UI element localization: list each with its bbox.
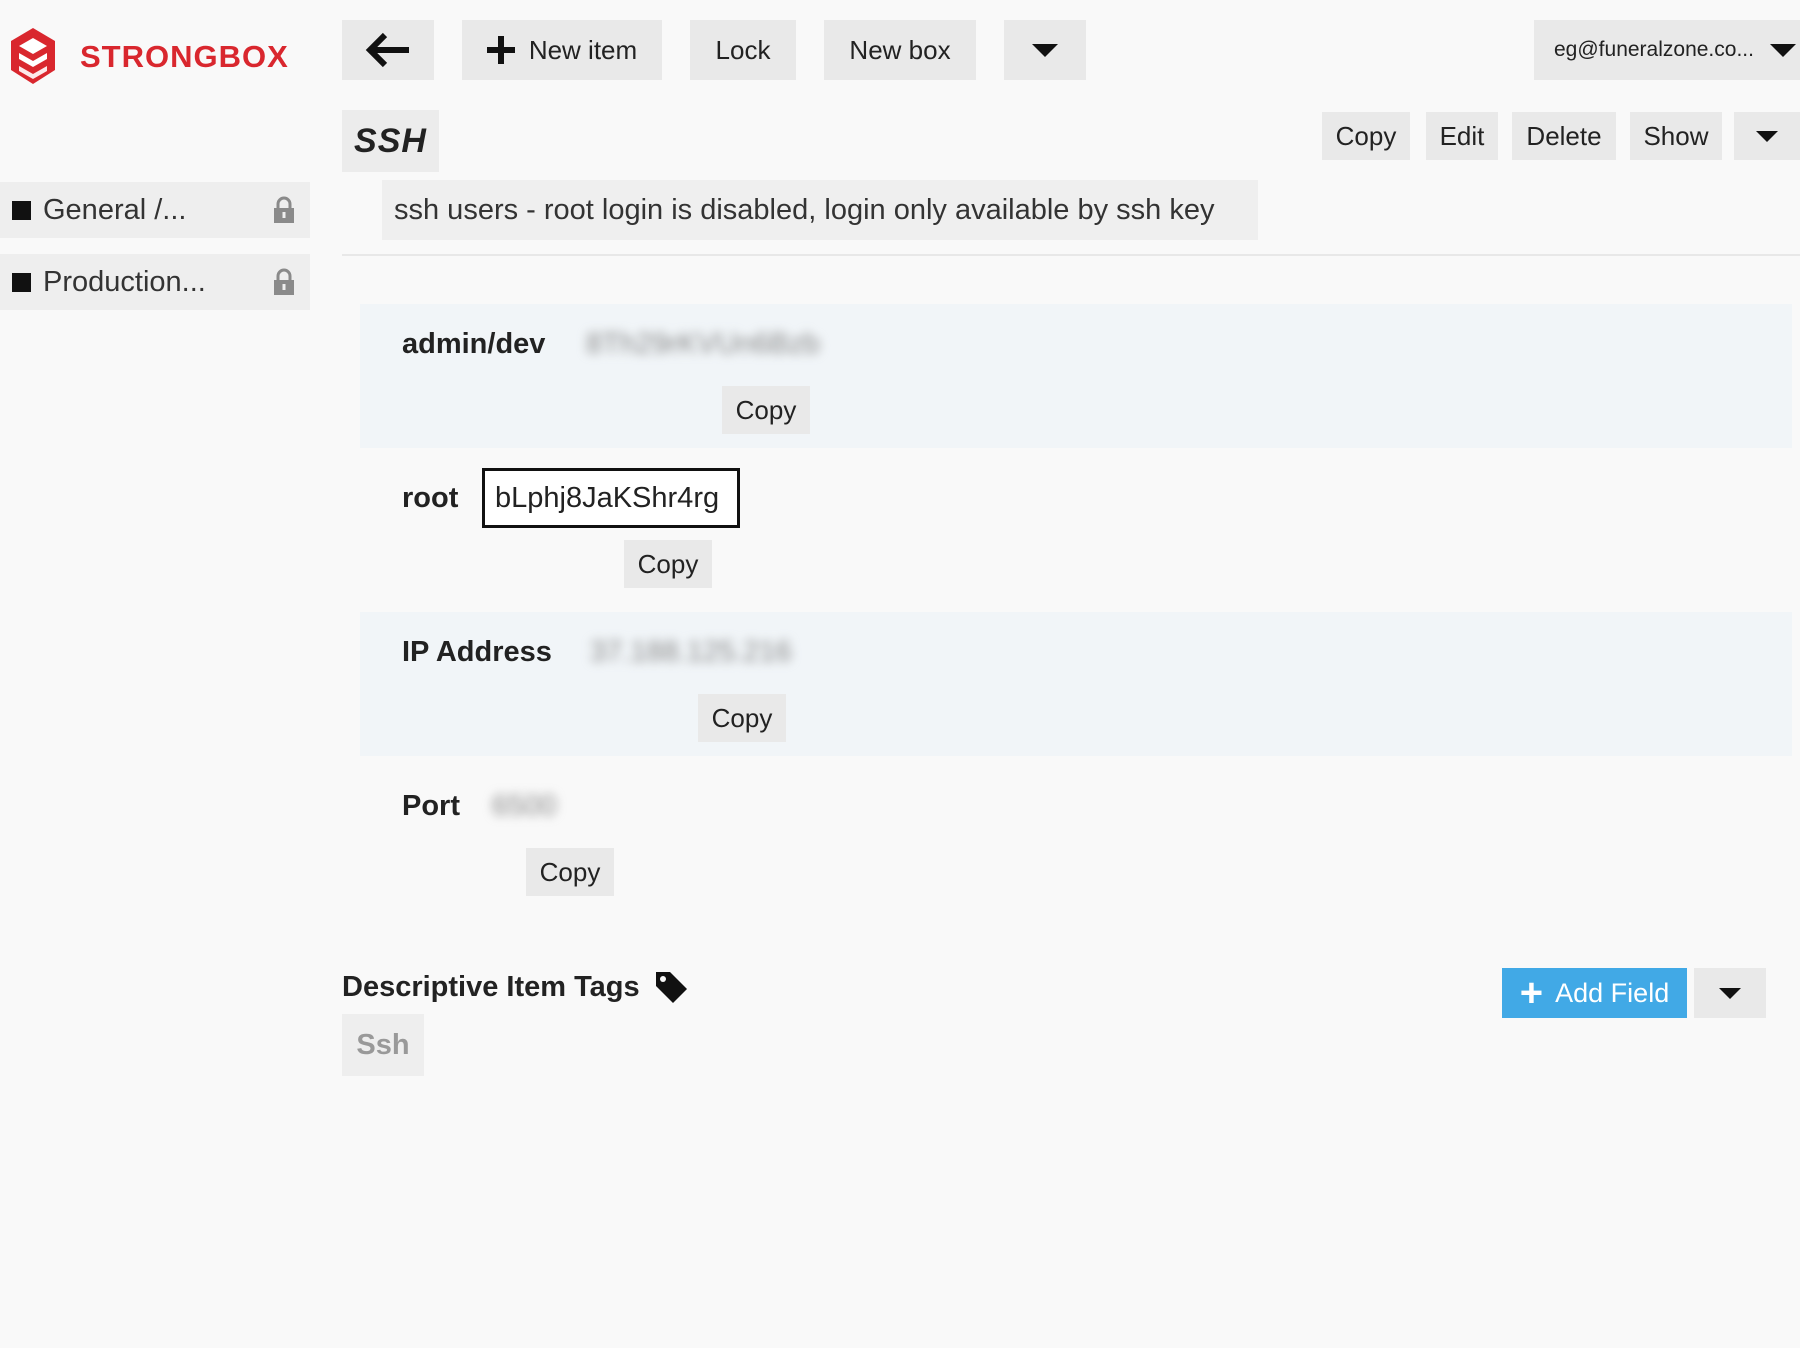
root-password-input[interactable]	[482, 468, 740, 528]
copy-item-button[interactable]: Copy	[1322, 112, 1410, 160]
account-menu-button[interactable]: eg@funeralzone.co...	[1534, 20, 1800, 80]
new-box-button[interactable]: New box	[824, 20, 976, 80]
new-item-button[interactable]: New item	[462, 20, 662, 80]
new-box-label: New box	[849, 34, 951, 65]
item-description: ssh users - root login is disabled, logi…	[382, 180, 1258, 240]
field-value-hidden[interactable]: 6500	[492, 790, 557, 823]
tag-icon	[655, 972, 687, 1003]
edit-item-label: Edit	[1439, 120, 1485, 151]
field-row-admin-dev	[360, 304, 1792, 448]
edit-item-button[interactable]: Edit	[1426, 112, 1498, 160]
show-item-label: Show	[1643, 120, 1709, 151]
chevron-down-icon	[1719, 987, 1741, 999]
add-field-label: Add Field	[1555, 977, 1670, 1008]
arrow-left-icon	[365, 32, 409, 68]
lock-icon	[274, 268, 294, 295]
field-label: IP Address	[402, 636, 552, 668]
back-button[interactable]	[342, 20, 434, 80]
field-label: Port	[402, 790, 460, 822]
copy-field-button[interactable]: Copy	[624, 540, 712, 588]
sidebar-item-general[interactable]: General /...	[0, 182, 310, 238]
item-more-button[interactable]	[1734, 112, 1800, 160]
account-email: eg@funeralzone.co...	[1554, 38, 1754, 61]
field-value-hidden[interactable]: 8Th29rKVUn6Bzb	[586, 328, 820, 361]
chevron-down-icon	[1756, 130, 1778, 142]
copy-field-button[interactable]: Copy	[526, 848, 614, 896]
copy-field-label: Copy	[637, 548, 699, 579]
field-label: root	[402, 482, 459, 514]
copy-field-label: Copy	[735, 394, 797, 425]
sidebar-item-label: General /...	[43, 193, 187, 226]
add-field-more-button[interactable]	[1694, 968, 1766, 1018]
box-color-icon	[12, 272, 31, 292]
app-name: STRONGBOX	[80, 39, 289, 74]
copy-item-label: Copy	[1335, 120, 1397, 151]
sidebar-item-production[interactable]: Production...	[0, 254, 310, 310]
box-color-icon	[12, 200, 31, 220]
toolbar-more-button[interactable]	[1004, 20, 1086, 80]
chevron-down-icon	[1769, 43, 1796, 57]
copy-field-button[interactable]: Copy	[722, 386, 810, 434]
lock-button[interactable]: Lock	[690, 20, 796, 80]
strongbox-logo[interactable]: STRONGBOX	[8, 26, 289, 88]
new-item-label: New item	[528, 34, 638, 65]
add-field-button[interactable]: + Add Field	[1502, 968, 1687, 1018]
lock-icon	[274, 196, 294, 223]
show-item-button[interactable]: Show	[1630, 112, 1722, 160]
copy-field-button[interactable]: Copy	[698, 694, 786, 742]
delete-item-label: Delete	[1526, 120, 1602, 151]
chevron-down-icon	[1032, 43, 1058, 57]
lock-label: Lock	[715, 34, 771, 65]
copy-field-label: Copy	[539, 856, 601, 887]
tag-chip[interactable]: Ssh	[342, 1014, 424, 1076]
plus-icon	[486, 36, 515, 64]
sidebar-item-label: Production...	[43, 265, 206, 298]
field-value-hidden[interactable]: 37.188.125.216	[590, 636, 792, 669]
item-title: SSH	[342, 110, 439, 172]
plus-icon: +	[1519, 971, 1544, 1015]
tags-heading-label: Descriptive Item Tags	[342, 970, 640, 1003]
delete-item-button[interactable]: Delete	[1512, 112, 1616, 160]
divider	[342, 254, 1800, 256]
field-row-ip-address	[360, 612, 1792, 756]
field-label: admin/dev	[402, 328, 546, 360]
strongbox-logo-icon	[11, 28, 55, 84]
copy-field-label: Copy	[711, 702, 773, 733]
tags-heading: Descriptive Item Tags	[342, 968, 690, 1006]
